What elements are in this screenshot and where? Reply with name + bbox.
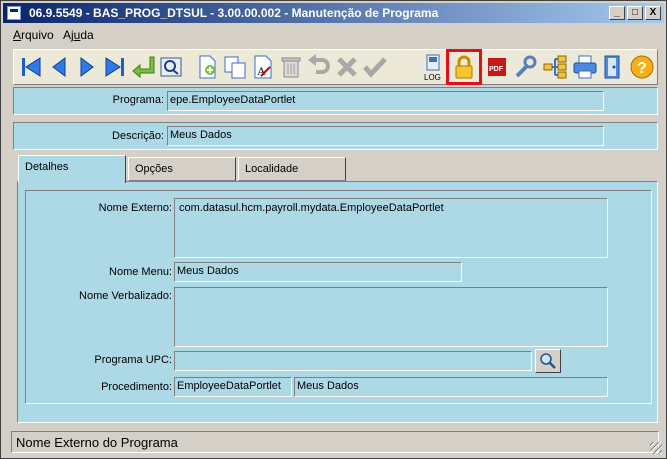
- procedimento-description: Meus Dados: [294, 377, 608, 397]
- maximize-button[interactable]: □: [627, 6, 643, 20]
- next-record-icon[interactable]: [72, 52, 102, 82]
- search-record-icon[interactable]: [156, 52, 186, 82]
- menu-arquivo[interactable]: Arquivo: [13, 28, 54, 42]
- help-icon[interactable]: ?: [627, 52, 657, 82]
- undo-icon[interactable]: [304, 52, 334, 82]
- tab-opcoes[interactable]: Opções: [128, 157, 236, 181]
- nome-verbalizado-field[interactable]: [174, 287, 608, 347]
- log-icon[interactable]: LOG: [418, 52, 448, 82]
- nome-menu-field[interactable]: Meus Dados: [174, 262, 462, 282]
- help-label: ?: [637, 60, 647, 77]
- program-maintenance-window: 06.9.5549 - BAS_PROG_DTSUL - 3.00.00.002…: [0, 0, 667, 459]
- confirm-icon[interactable]: [360, 52, 390, 82]
- menu-bar: Arquivo Ajuda: [3, 25, 664, 45]
- descricao-label: Descrição:: [112, 130, 164, 142]
- printer-icon[interactable]: [570, 52, 600, 82]
- nome-menu-label: Nome Menu:: [109, 266, 172, 278]
- resize-grip[interactable]: [650, 442, 662, 454]
- wrench-icon[interactable]: [510, 52, 540, 82]
- programa-upc-field[interactable]: [174, 351, 532, 371]
- first-record-icon[interactable]: [16, 52, 46, 82]
- pdf-icon[interactable]: PDF: [482, 52, 512, 82]
- last-record-icon[interactable]: [100, 52, 130, 82]
- goto-record-icon[interactable]: [128, 52, 158, 82]
- tab-localidade[interactable]: Localidade: [238, 157, 346, 181]
- search-icon: [540, 353, 556, 369]
- detalhes-panel: Nome Externo: com.datasul.hcm.payroll.my…: [25, 190, 652, 404]
- trash-icon[interactable]: [276, 52, 306, 82]
- pdf-label: PDF: [489, 66, 504, 73]
- procedimento-label: Procedimento:: [101, 381, 172, 393]
- new-record-icon[interactable]: [192, 52, 222, 82]
- programa-label: Programa:: [112, 94, 164, 106]
- status-bar: Nome Externo do Programa: [11, 431, 659, 453]
- descricao-field[interactable]: Meus Dados: [167, 126, 604, 146]
- programa-upc-label: Programa UPC:: [94, 354, 172, 366]
- tree-structure-icon[interactable]: [540, 52, 570, 82]
- nome-externo-field[interactable]: com.datasul.hcm.payroll.mydata.EmployeeD…: [174, 198, 608, 258]
- close-button[interactable]: X: [645, 6, 661, 20]
- copy-record-icon[interactable]: [220, 52, 250, 82]
- toolbar: A LOG PDF ?: [13, 49, 658, 85]
- exit-door-icon[interactable]: [598, 52, 628, 82]
- tab-detalhes[interactable]: Detalhes: [18, 155, 126, 183]
- window-title: 06.9.5549 - BAS_PROG_DTSUL - 3.00.00.002…: [29, 6, 439, 20]
- programa-panel: Programa: epe.EmployeeDataPortlet: [13, 87, 658, 115]
- zoom-upc-button[interactable]: [535, 349, 561, 373]
- descricao-panel: Descrição: Meus Dados: [13, 122, 658, 150]
- nome-externo-label: Nome Externo:: [98, 202, 172, 214]
- log-label: LOG: [424, 73, 441, 82]
- procedimento-field[interactable]: EmployeeDataPortlet: [174, 377, 292, 397]
- lock-icon[interactable]: [446, 49, 482, 85]
- programa-field[interactable]: epe.EmployeeDataPortlet: [167, 91, 604, 111]
- app-icon: [7, 6, 21, 20]
- nome-verbalizado-label: Nome Verbalizado:: [79, 290, 172, 302]
- previous-record-icon[interactable]: [44, 52, 74, 82]
- title-bar: 06.9.5549 - BAS_PROG_DTSUL - 3.00.00.002…: [3, 3, 664, 23]
- minimize-button[interactable]: _: [609, 6, 625, 20]
- cancel-icon[interactable]: [332, 52, 362, 82]
- edit-record-icon[interactable]: A: [248, 52, 278, 82]
- menu-ajuda[interactable]: Ajuda: [63, 28, 94, 42]
